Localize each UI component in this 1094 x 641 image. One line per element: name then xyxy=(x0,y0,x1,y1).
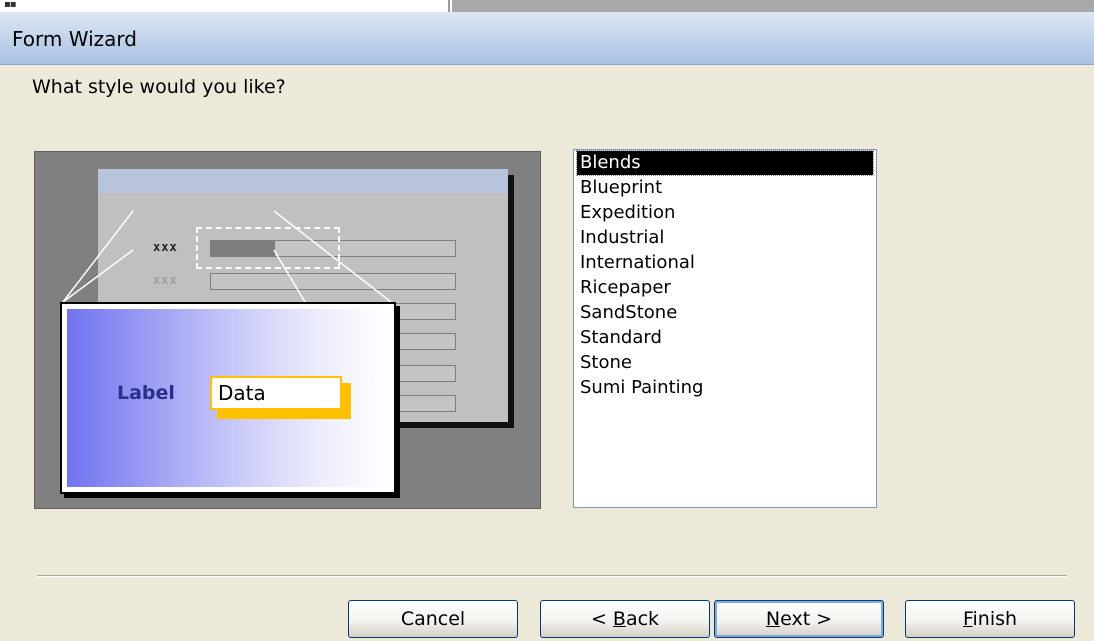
next-accelerator: N xyxy=(765,608,781,630)
window-title: Form Wizard xyxy=(12,27,137,51)
top-strip: ▪▪ xyxy=(0,0,1094,13)
style-item-industrial[interactable]: Industrial xyxy=(577,226,667,250)
style-item-blends[interactable]: Blends xyxy=(576,150,874,176)
grip-icon: ▪▪ xyxy=(4,0,17,10)
back-label-rest: ack xyxy=(625,608,660,630)
style-item-blueprint[interactable]: Blueprint xyxy=(577,176,665,200)
zoom-data-text: Data xyxy=(218,381,266,405)
button-divider xyxy=(37,575,1067,577)
finish-button[interactable]: Finish xyxy=(905,600,1075,638)
zoom-callout: Label Data xyxy=(60,302,396,494)
style-item-ricepaper[interactable]: Ricepaper xyxy=(577,276,674,300)
next-label-rest: ext > xyxy=(780,608,833,630)
style-item-sandstone[interactable]: SandStone xyxy=(577,301,680,325)
finish-label-rest: inish xyxy=(972,608,1018,630)
style-list[interactable]: Blends Blueprint Expedition Industrial I… xyxy=(573,149,877,508)
style-item-standard[interactable]: Standard xyxy=(577,326,665,350)
back-accelerator: B xyxy=(612,608,626,630)
finish-accelerator: F xyxy=(962,608,973,630)
splitter[interactable] xyxy=(448,0,450,12)
wizard-question: What style would you like? xyxy=(32,76,286,98)
style-preview: xxx xxx xxxx Label Data xyxy=(34,151,541,509)
zoom-label-text: Label xyxy=(117,382,175,404)
zoom-data-box: Data xyxy=(210,376,342,410)
style-item-sumi-painting[interactable]: Sumi Painting xyxy=(577,376,706,400)
title-bar: Form Wizard xyxy=(0,12,1094,65)
back-label-prefix: < xyxy=(590,608,613,630)
next-button[interactable]: Next > xyxy=(714,600,884,638)
cancel-label: Cancel xyxy=(400,608,466,630)
style-item-expedition[interactable]: Expedition xyxy=(577,201,678,225)
cancel-button[interactable]: Cancel xyxy=(348,600,518,638)
back-button[interactable]: < Back xyxy=(540,600,710,638)
style-item-stone[interactable]: Stone xyxy=(577,351,635,375)
style-item-international[interactable]: International xyxy=(577,251,698,275)
